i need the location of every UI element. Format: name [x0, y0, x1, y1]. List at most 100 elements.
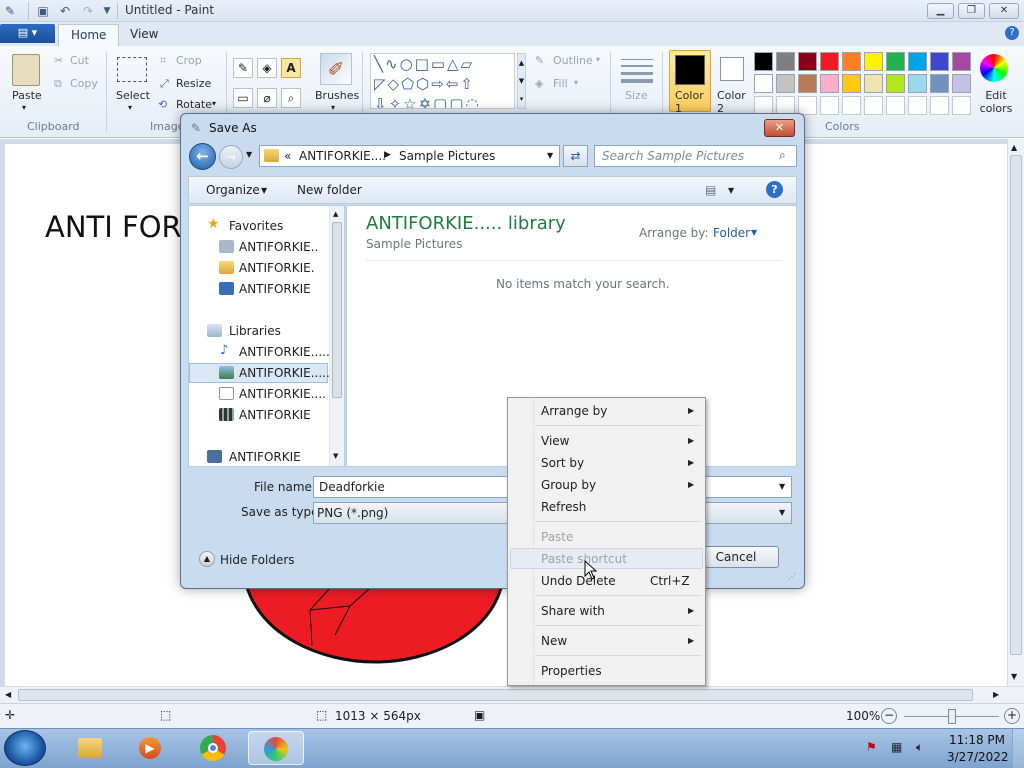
palette-swatch[interactable]: [776, 74, 795, 93]
brushes-dropdown-icon[interactable]: ▾: [331, 103, 335, 112]
action-center-flag-icon[interactable]: ⚑: [866, 740, 877, 754]
outline-button[interactable]: Outline: [553, 54, 593, 67]
taskbar-paint-icon[interactable]: [248, 731, 304, 765]
custom-color-slot[interactable]: [952, 96, 971, 115]
network-icon[interactable]: ▦: [891, 740, 902, 754]
resize-grip[interactable]: ⋰: [788, 572, 796, 581]
palette-swatch[interactable]: [842, 52, 861, 71]
address-dropdown-icon[interactable]: ▼: [547, 151, 553, 160]
hide-folders-icon[interactable]: ▲: [199, 551, 215, 567]
scroll-up-icon[interactable]: ▲: [1011, 143, 1017, 152]
menu-sort-by[interactable]: Sort by: [541, 456, 584, 470]
scroll-left-icon[interactable]: ◀: [5, 690, 11, 699]
custom-color-slot[interactable]: [842, 96, 861, 115]
nav-fav-item[interactable]: ANTIFORKIE..: [239, 240, 318, 254]
customize-quick-access-icon[interactable]: ▼: [99, 3, 115, 19]
brushes-icon[interactable]: ✐: [320, 53, 352, 85]
size-button[interactable]: Size: [625, 89, 648, 102]
palette-swatch[interactable]: [952, 52, 971, 71]
palette-swatch[interactable]: [864, 74, 883, 93]
palette-swatch[interactable]: [908, 74, 927, 93]
minimize-button[interactable]: ▁: [927, 3, 954, 19]
search-input[interactable]: Search Sample Pictures: [602, 149, 744, 163]
new-folder-button[interactable]: New folder: [297, 183, 362, 197]
palette-swatch[interactable]: [886, 52, 905, 71]
nav-computer[interactable]: ANTIFORKIE: [229, 450, 301, 464]
horizontal-scroll-thumb[interactable]: [18, 689, 973, 701]
zoom-out-button[interactable]: −: [881, 708, 897, 724]
show-desktop-button[interactable]: [1012, 729, 1024, 768]
nav-lib-item[interactable]: ANTIFORKIE......: [239, 345, 334, 359]
save-type-dropdown-icon[interactable]: ▼: [779, 508, 785, 517]
size-icon[interactable]: [621, 57, 653, 83]
outline-dropdown-icon[interactable]: ▾: [596, 55, 600, 64]
breadcrumb-parent[interactable]: ANTIFORKIE....: [299, 149, 386, 163]
undo-icon[interactable]: ↶: [57, 3, 73, 19]
nav-libraries[interactable]: Libraries: [229, 324, 281, 338]
shapes-gallery[interactable]: ╲∿○□▭△▱ ◸◇⬠⬡⇨⇦⇧ ⇩✧☆✡▢▢◌: [370, 53, 515, 109]
select-icon[interactable]: [117, 57, 147, 82]
palette-swatch[interactable]: [930, 52, 949, 71]
hide-folders-button[interactable]: Hide Folders: [220, 553, 295, 567]
palette-swatch[interactable]: [798, 74, 817, 93]
rotate-dropdown-icon[interactable]: ▾: [212, 99, 216, 108]
arrange-by-value[interactable]: Folder: [713, 226, 750, 240]
back-button[interactable]: ←: [189, 143, 216, 170]
tab-view[interactable]: View: [118, 24, 170, 46]
nav-scrollbar[interactable]: ▲ ▼: [329, 206, 344, 466]
nav-favorites[interactable]: Favorites: [229, 219, 283, 233]
save-icon[interactable]: ▣: [35, 3, 51, 19]
paste-button[interactable]: Paste: [12, 89, 42, 102]
paint-menu-button[interactable]: ▤ ▾: [0, 24, 55, 43]
redo-icon[interactable]: ↷: [80, 3, 96, 19]
palette-swatch[interactable]: [754, 52, 773, 71]
refresh-icon[interactable]: ⇄: [563, 145, 588, 167]
nav-lib-item[interactable]: ANTIFORKIE....: [239, 387, 326, 401]
breadcrumb-chevron-icon[interactable]: ▶: [384, 150, 391, 160]
color-picker-icon[interactable]: ⌀: [257, 88, 277, 108]
dialog-close-button[interactable]: ✕: [764, 119, 795, 137]
nav-scroll-thumb[interactable]: [332, 222, 342, 398]
paste-icon[interactable]: [12, 54, 40, 86]
nav-lib-item[interactable]: ANTIFORKIE.....: [239, 366, 330, 380]
shapes-scroll[interactable]: ▲ ▼ ▾: [517, 53, 526, 109]
library-subtitle[interactable]: Sample Pictures: [366, 237, 462, 251]
scroll-down-icon[interactable]: ▼: [1011, 672, 1017, 681]
arrange-dropdown-icon[interactable]: ▼: [751, 228, 757, 237]
palette-swatch[interactable]: [776, 52, 795, 71]
fill-bucket-icon[interactable]: ◈: [257, 58, 277, 78]
menu-refresh[interactable]: Refresh: [541, 500, 586, 514]
file-name-dropdown-icon[interactable]: ▼: [779, 482, 785, 491]
edit-colors-icon[interactable]: [980, 54, 1008, 82]
fill-button[interactable]: Fill: [553, 77, 568, 90]
palette-swatch[interactable]: [798, 52, 817, 71]
maximize-button[interactable]: ❐: [958, 3, 985, 19]
tab-home[interactable]: Home: [58, 24, 120, 46]
pencil-icon[interactable]: ✎: [233, 58, 253, 78]
menu-properties[interactable]: Properties: [541, 664, 602, 678]
address-bar[interactable]: « ANTIFORKIE.... ▶ Sample Pictures ▼: [259, 145, 560, 167]
eraser-icon[interactable]: ▭: [233, 88, 253, 108]
horizontal-scrollbar[interactable]: ◀ ▶: [0, 686, 1024, 703]
clock-time[interactable]: 11:18 PM: [949, 733, 1005, 747]
palette-swatch[interactable]: [820, 52, 839, 71]
breadcrumb-root[interactable]: «: [284, 149, 291, 163]
custom-color-slot[interactable]: [798, 96, 817, 115]
scroll-right-icon[interactable]: ▶: [993, 690, 999, 699]
select-button[interactable]: Select: [116, 89, 150, 102]
resize-button[interactable]: Resize: [176, 77, 211, 90]
rotate-button[interactable]: Rotate: [176, 98, 212, 111]
custom-color-slot[interactable]: [864, 96, 883, 115]
vertical-scrollbar[interactable]: ▲ ▼: [1007, 139, 1024, 686]
edit-colors-button[interactable]: Edit colors: [978, 89, 1014, 115]
palette-swatch[interactable]: [908, 52, 927, 71]
vertical-scroll-thumb[interactable]: [1010, 155, 1022, 655]
select-dropdown-icon[interactable]: ▾: [128, 103, 132, 112]
menu-undo-delete[interactable]: Undo Delete: [541, 574, 616, 588]
palette-swatch[interactable]: [842, 74, 861, 93]
search-box[interactable]: Search Sample Pictures ⌕: [594, 145, 797, 167]
custom-color-slot[interactable]: [886, 96, 905, 115]
palette-swatch[interactable]: [930, 74, 949, 93]
organize-button[interactable]: Organize: [206, 183, 260, 197]
view-dropdown-icon[interactable]: ▼: [728, 186, 734, 195]
